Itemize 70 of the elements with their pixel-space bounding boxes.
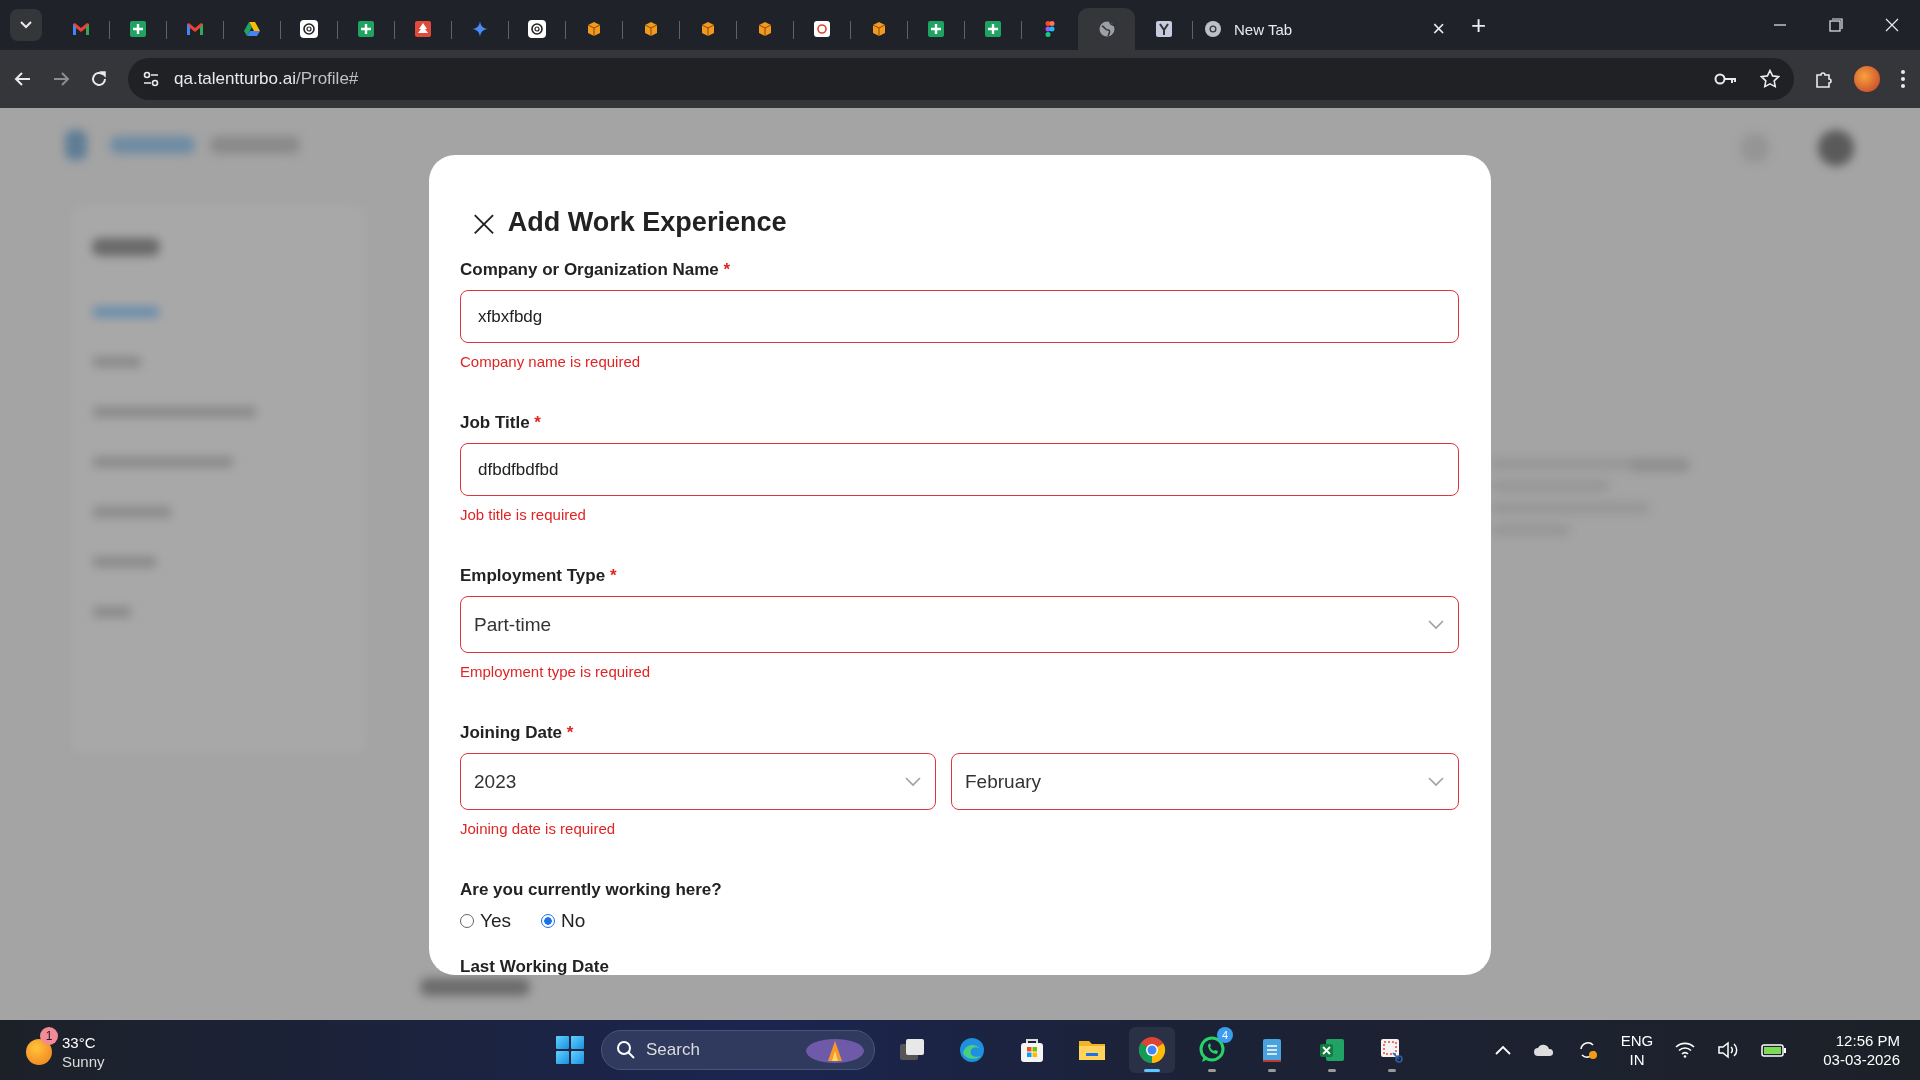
chrome-icon (1204, 20, 1222, 38)
field-label: Employment Type * (460, 566, 618, 586)
url-text: qa.talentturbo.ai/Profile# (174, 69, 359, 89)
drive-icon (242, 20, 261, 38)
radio-option[interactable]: No (541, 910, 586, 932)
field-label: Job Title * (460, 413, 542, 433)
globe-icon (1097, 20, 1116, 38)
puzzle-icon[interactable] (1814, 69, 1834, 89)
chrome-icon (1137, 1035, 1167, 1065)
star-icon[interactable] (1760, 69, 1780, 89)
tree-icon (413, 20, 432, 38)
restore-icon[interactable] (1829, 18, 1843, 32)
chevron-down-icon (19, 20, 33, 30)
field-label: Are you currently working here? (460, 880, 723, 900)
new-tab-button[interactable]: + (1465, 9, 1493, 41)
select-field[interactable]: Part-time (460, 596, 1459, 653)
field-label: Company or Organization Name * (460, 260, 732, 280)
taskbar-search[interactable]: Search (601, 1030, 875, 1070)
clock-time[interactable]: 12:56 PM (1835, 1031, 1900, 1050)
tab-search-button[interactable] (10, 9, 42, 41)
radio-option[interactable]: Yes (460, 910, 511, 932)
chevron-down-icon (905, 776, 921, 787)
site-settings-icon[interactable] (142, 70, 160, 88)
field-label: Last Working Date (460, 957, 610, 975)
menu-icon[interactable] (1900, 69, 1906, 89)
month-select[interactable]: February (951, 753, 1459, 810)
profile-avatar[interactable] (1854, 66, 1880, 92)
error-message: Company name is required (460, 353, 642, 370)
close-button[interactable]: × (468, 208, 500, 237)
region-indicator[interactable]: IN (1629, 1050, 1645, 1069)
chevron-up-icon[interactable] (1494, 1045, 1511, 1055)
cloud-icon[interactable] (1532, 1043, 1555, 1057)
language-indicator[interactable]: ENG (1620, 1031, 1654, 1050)
year-select[interactable]: 2023 (460, 753, 936, 810)
sun-icon (26, 1039, 52, 1065)
back-icon[interactable] (14, 70, 32, 88)
record-icon (812, 20, 831, 38)
battery-icon[interactable] (1761, 1042, 1788, 1058)
speaker-icon[interactable] (1717, 1041, 1740, 1059)
text-field[interactable]: xfbxfbdg (460, 290, 1459, 343)
address-bar[interactable]: qa.talentturbo.ai/Profile# (128, 58, 1794, 100)
sheets-icon (128, 20, 147, 38)
gmail-icon (71, 20, 90, 38)
dialog-title: Add Work Experience (507, 207, 787, 238)
temperature: 33°C (62, 1033, 97, 1052)
gmail-icon (185, 20, 204, 38)
forward-icon[interactable] (52, 70, 70, 88)
taskbar-app[interactable] (1129, 1027, 1175, 1073)
field-label: Joining Date * (460, 723, 575, 743)
edge-icon (957, 1035, 987, 1065)
chevron-down-icon (1428, 619, 1444, 630)
sheets-icon (356, 20, 375, 38)
notification-badge: 1 (40, 1027, 58, 1045)
error-message: Joining date is required (460, 820, 617, 837)
weather-widget[interactable]: 1 33°C Sunny (26, 1025, 111, 1075)
wifi-icon[interactable] (1675, 1042, 1696, 1058)
sheets-icon (926, 20, 945, 38)
text-field[interactable]: dfbdfbdfbd (460, 443, 1459, 496)
clock-date[interactable]: 03-03-2026 (1823, 1050, 1900, 1069)
error-message: Job title is required (460, 506, 587, 523)
browser-tab[interactable]: New Tab × (1192, 8, 1457, 50)
key-icon[interactable] (1714, 72, 1738, 86)
reload-icon[interactable] (90, 70, 108, 88)
start-button[interactable] (553, 1033, 587, 1067)
close-icon[interactable] (1885, 18, 1899, 32)
search-icon (616, 1040, 636, 1060)
weather-condition: Sunny (62, 1052, 105, 1071)
chevron-down-icon (1428, 776, 1444, 787)
error-message: Employment type is required (460, 663, 652, 680)
sheets-icon (983, 20, 1002, 38)
